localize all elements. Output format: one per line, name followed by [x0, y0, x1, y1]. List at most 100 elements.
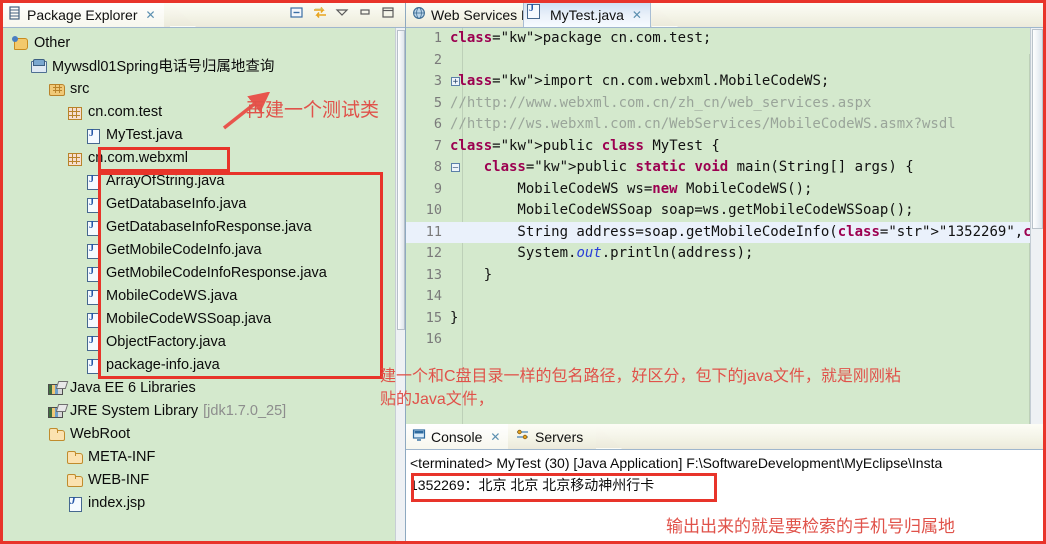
java-file-icon — [84, 196, 102, 213]
line-number: 11 — [425, 223, 442, 240]
tree-item[interactable]: Java EE 6 Libraries — [2, 376, 395, 399]
tree-item-label: cn.com.test — [88, 103, 163, 120]
close-icon[interactable]: ✕ — [632, 8, 642, 22]
close-icon[interactable]: ✕ — [146, 8, 156, 22]
library-icon — [48, 403, 66, 419]
tree-item[interactable]: index.jsp — [2, 491, 395, 514]
tree-item-label: GetMobileCodeInfoResponse.java — [106, 264, 327, 281]
tree-item-label: cn.com.webxml — [88, 149, 188, 166]
tab-label: MyTest.java — [550, 6, 624, 23]
console-terminated-line: <terminated> MyTest (30) [Java Applicati… — [410, 455, 943, 471]
tree-item-label: GetDatabaseInfo.java — [106, 195, 247, 212]
project-icon — [30, 58, 48, 74]
code-line: 2 — [406, 50, 1044, 72]
line-text: class="kw">public — [483, 159, 628, 175]
java-file-icon — [84, 173, 102, 190]
tab-curve — [170, 2, 196, 27]
line-number: 3 — [433, 73, 442, 89]
fold-expand-icon[interactable]: + — [451, 77, 460, 87]
tree-item[interactable]: Mywsdl01Spring电话号归属地查询 — [2, 54, 395, 77]
tree-item[interactable]: ArrayOfString.java — [2, 169, 395, 192]
tree-item-label: Mywsdl01Spring电话号归属地查询 — [52, 59, 275, 75]
scrollbar-thumb[interactable] — [397, 30, 405, 330]
tree-item-label: WebRoot — [70, 425, 131, 442]
console-icon — [412, 428, 427, 445]
editor-scrollbar[interactable] — [1030, 28, 1044, 424]
tree-item[interactable]: GetMobileCodeInfo.java — [2, 238, 395, 261]
tree-item[interactable]: ObjectFactory.java — [2, 330, 395, 353]
java-file-icon — [84, 288, 102, 305]
scrollbar-thumb[interactable] — [1032, 29, 1043, 229]
line-number: 1 — [433, 30, 442, 46]
tab-console[interactable]: Console ✕ — [406, 424, 509, 449]
view-menu-icon[interactable] — [335, 5, 351, 21]
tree-item-label: MyTest.java — [106, 126, 183, 143]
annotation-text-package-path-line2: 贴的Java文件， — [380, 391, 494, 408]
line-number: 5 — [433, 94, 442, 111]
tree-item[interactable]: cn.com.webxml — [2, 146, 395, 169]
tree-item-label: JRE System Library — [70, 402, 199, 419]
tab-package-explorer[interactable]: Package Explorer ✕ — [2, 2, 164, 27]
collapse-all-icon[interactable] — [289, 5, 305, 21]
tree-item-label: ObjectFactory.java — [106, 333, 226, 350]
package-explorer-panel: Package Explorer ✕ Other Mywsdl01Spring电… — [2, 2, 406, 542]
java-file-icon — [84, 311, 102, 328]
tree-item[interactable]: Other — [2, 31, 395, 54]
code-line: 7 class="kw">public class MyTest { — [406, 136, 1044, 158]
folder-icon — [48, 426, 66, 442]
tree-item[interactable]: GetDatabaseInfo.java — [2, 192, 395, 215]
maximize-icon[interactable] — [381, 5, 397, 21]
tree-item[interactable]: package-info.java — [2, 353, 395, 376]
other-icon — [12, 35, 30, 51]
tab-servers[interactable]: Servers — [509, 424, 591, 449]
annotation-text-new-test-class: 再建一个测试类 — [246, 100, 380, 121]
java-file-icon — [84, 357, 102, 374]
eclipse-workbench: Package Explorer ✕ Other Mywsdl01Spring电… — [0, 0, 1046, 544]
line-number: 13 — [425, 266, 442, 283]
package-icon — [66, 150, 84, 166]
code-line: 14 — [406, 286, 1044, 308]
fold-collapse-icon[interactable]: – — [451, 163, 460, 173]
tree-item-label: src — [70, 80, 90, 97]
tree-item-label: GetMobileCodeInfo.java — [106, 241, 262, 258]
tree-item-label: Other — [34, 34, 71, 51]
tree-item[interactable]: MobileCodeWSSoap.java — [2, 307, 395, 330]
line-number: 12 — [425, 245, 442, 261]
line-number: 15 — [425, 309, 442, 326]
line-text: class="kw">package — [450, 30, 602, 46]
tree-item-label: GetDatabaseInfoResponse.java — [106, 218, 312, 235]
java-file-icon — [84, 219, 102, 236]
tree-item[interactable]: WEB-INF — [2, 468, 395, 491]
library-icon — [48, 380, 66, 396]
package-explorer-tabbar: Package Explorer ✕ — [2, 2, 405, 28]
line-text: } — [450, 266, 493, 283]
java-file-icon — [84, 242, 102, 259]
tab-mytest-java[interactable]: MyTest.java ✕ — [523, 2, 651, 27]
java-file-icon — [84, 265, 102, 282]
code-line: 10 MobileCodeWSSoap soap=ws.getMobileCod… — [406, 200, 1044, 222]
tree-item-label: package-info.java — [106, 356, 220, 373]
editor-tabbar: Web Services Explorer MyTest.java ✕ — [406, 2, 1044, 28]
tree-item[interactable]: GetMobileCodeInfoResponse.java — [2, 261, 395, 284]
code-line: 15} — [406, 308, 1044, 330]
close-icon[interactable]: ✕ — [490, 430, 500, 444]
line-number: 8 — [433, 159, 442, 175]
tree-item[interactable]: MobileCodeWS.java — [2, 284, 395, 307]
line-text: class="kw">public — [450, 137, 594, 154]
code-line: 12 System.out.println(address); — [406, 243, 1044, 265]
tree-item[interactable]: GetDatabaseInfoResponse.java — [2, 215, 395, 238]
line-text: String address=soap.getMobileCodeInfo(cl… — [450, 223, 1015, 240]
code-line: 8 class="kw">public static void main(Str… — [406, 157, 1044, 179]
tree-item[interactable]: MyTest.java — [2, 123, 395, 146]
code-line: 16 — [406, 329, 1044, 351]
line-number: 14 — [425, 288, 442, 304]
link-with-editor-icon[interactable] — [312, 5, 328, 21]
tree-item[interactable]: META-INF — [2, 445, 395, 468]
package-explorer-scrollbar[interactable] — [395, 28, 405, 542]
line-text: MobileCodeWSSoap soap=ws.getMobileCodeWS… — [450, 202, 914, 218]
tree-item[interactable]: WebRoot — [2, 422, 395, 445]
line-number: 7 — [433, 137, 442, 154]
line-number: 2 — [433, 51, 442, 68]
minimize-icon[interactable] — [358, 5, 374, 21]
tree-item[interactable]: JRE System Library [jdk1.7.0_25] — [2, 399, 395, 422]
